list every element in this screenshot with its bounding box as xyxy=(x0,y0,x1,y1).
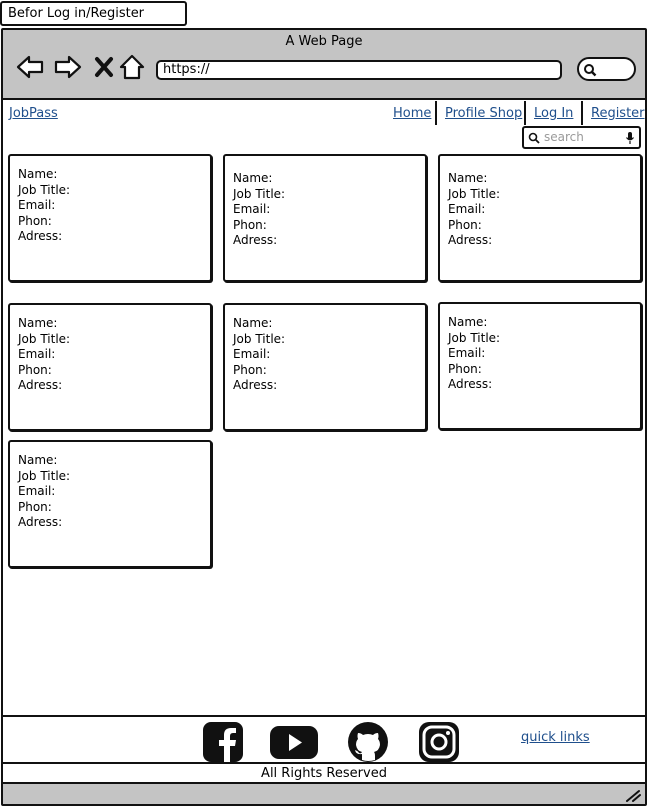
forward-arrow-icon[interactable] xyxy=(53,52,83,82)
card-phone-label: Phon: xyxy=(18,499,52,514)
card-address-label: Adress: xyxy=(448,233,493,248)
card-address-label: Adress: xyxy=(233,378,278,393)
card-phone-label: Phon: xyxy=(448,217,482,232)
nav-log-in[interactable]: Log In xyxy=(534,106,573,121)
browser-status-bar xyxy=(3,782,645,804)
profile-card[interactable]: Name: Job Title: Email: Phon: Adress: xyxy=(223,154,427,282)
card-email-label: Email: xyxy=(18,198,56,213)
card-job-title-label: Job Title: xyxy=(18,468,71,483)
facebook-icon[interactable] xyxy=(202,721,244,763)
browser-window: A Web Page https:// JobPass Home Profile… xyxy=(1,28,647,806)
search-placeholder: search xyxy=(544,130,584,144)
brand-link[interactable]: JobPass xyxy=(9,106,58,121)
profile-card[interactable]: Name: Job Title: Email: Phon: Adress: xyxy=(8,440,212,568)
card-name-label: Name: xyxy=(233,171,273,185)
microphone-icon[interactable] xyxy=(625,131,635,145)
copyright-text: All Rights Reserved xyxy=(261,766,387,781)
nav-register[interactable]: Register xyxy=(591,106,645,121)
github-icon[interactable] xyxy=(347,721,389,763)
card-address-label: Adress: xyxy=(18,515,63,530)
card-phone-label: Phon: xyxy=(233,362,267,377)
card-email-label: Email: xyxy=(18,347,56,362)
card-phone-label: Phon: xyxy=(233,217,267,232)
card-address-label: Adress: xyxy=(233,233,278,248)
card-name-label: Name: xyxy=(233,316,273,330)
card-phone-label: Phon: xyxy=(448,361,482,376)
profile-card[interactable]: Name: Job Title: Email: Phon: Adress: xyxy=(8,154,212,282)
card-email-label: Email: xyxy=(233,202,271,217)
stop-x-icon[interactable] xyxy=(89,52,119,82)
card-job-title-label: Job Title: xyxy=(18,182,71,197)
card-phone-label: Phon: xyxy=(18,213,52,228)
instagram-icon[interactable] xyxy=(418,721,460,763)
quick-links-link[interactable]: quick links xyxy=(521,730,590,745)
card-email-label: Email: xyxy=(448,202,486,217)
card-job-title-label: Job Title: xyxy=(233,186,286,201)
site-search-input[interactable]: search xyxy=(522,126,641,149)
card-name-label: Name: xyxy=(18,453,58,467)
back-arrow-icon[interactable] xyxy=(15,52,45,82)
card-phone-label: Phon: xyxy=(18,362,52,377)
nav-divider xyxy=(581,101,583,125)
profile-card[interactable]: Name: Job Title: Email: Phon: Adress: xyxy=(438,154,642,282)
window-title: A Web Page xyxy=(285,34,363,49)
card-job-title-label: Job Title: xyxy=(18,331,71,346)
home-icon[interactable] xyxy=(117,52,147,82)
card-email-label: Email: xyxy=(448,346,486,361)
card-name-label: Name: xyxy=(448,315,488,329)
nav-home[interactable]: Home xyxy=(393,106,431,121)
card-name-label: Name: xyxy=(18,167,58,181)
footer-divider xyxy=(3,762,645,764)
profile-card[interactable]: Name: Job Title: Email: Phon: Adress: xyxy=(223,303,427,431)
card-address-label: Adress: xyxy=(18,229,63,244)
youtube-icon[interactable] xyxy=(269,721,319,763)
card-address-label: Adress: xyxy=(448,377,493,392)
browser-search-button[interactable] xyxy=(577,57,636,81)
card-job-title-label: Job Title: xyxy=(448,186,501,201)
page-label: Befor Log in/Register xyxy=(0,1,187,26)
card-job-title-label: Job Title: xyxy=(233,331,286,346)
url-input[interactable]: https:// xyxy=(156,60,562,80)
resize-grip-icon[interactable] xyxy=(625,788,641,802)
site-footer: quick links All Rights Reserved xyxy=(3,715,645,786)
card-email-label: Email: xyxy=(18,484,56,499)
card-name-label: Name: xyxy=(448,171,488,185)
card-address-label: Adress: xyxy=(18,378,63,393)
card-job-title-label: Job Title: xyxy=(448,330,501,345)
profile-card[interactable]: Name: Job Title: Email: Phon: Adress: xyxy=(438,302,642,430)
card-name-label: Name: xyxy=(18,316,58,330)
browser-toolbar: A Web Page https:// xyxy=(3,30,645,100)
nav-divider xyxy=(524,101,526,125)
search-icon xyxy=(528,132,540,144)
card-email-label: Email: xyxy=(233,347,271,362)
nav-divider xyxy=(435,101,437,125)
search-icon xyxy=(584,64,597,77)
nav-profile-shop[interactable]: Profile Shop xyxy=(445,106,522,121)
profile-card[interactable]: Name: Job Title: Email: Phon: Adress: xyxy=(8,303,212,431)
